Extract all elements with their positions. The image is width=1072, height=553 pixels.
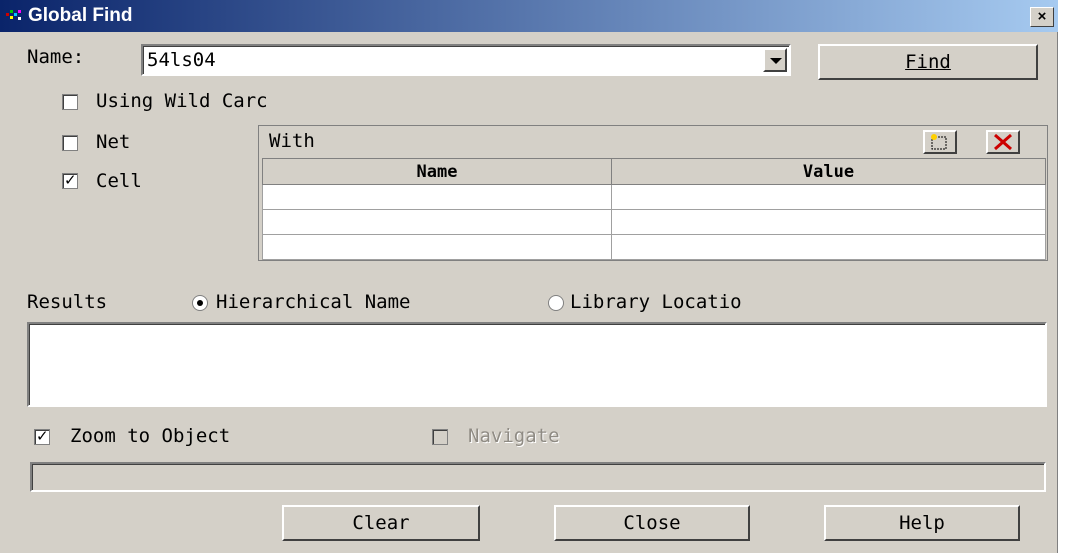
name-combobox[interactable]: 54ls04: [141, 44, 791, 76]
find-button[interactable]: Find: [818, 44, 1038, 80]
app-icon: [6, 10, 21, 20]
title-bar[interactable]: Global Find ×: [0, 0, 1058, 32]
wildcard-label: Using Wild Carc: [96, 90, 268, 112]
zoom-to-object-checkbox[interactable]: [34, 427, 50, 445]
delete-row-button[interactable]: [986, 130, 1020, 154]
zoom-to-object-label: Zoom to Object: [70, 425, 231, 447]
status-bar: [30, 462, 1046, 492]
close-icon: ×: [1037, 8, 1047, 25]
table-cell[interactable]: [262, 234, 612, 260]
with-panel: With Name Value: [258, 125, 1048, 261]
find-button-label: Find: [905, 51, 951, 73]
table-row[interactable]: [262, 184, 1047, 210]
library-location-label: Library Locatio: [570, 291, 742, 313]
clear-button[interactable]: Clear: [282, 505, 480, 541]
net-label: Net: [96, 131, 131, 153]
library-location-radio[interactable]: [548, 295, 564, 311]
global-find-dialog: Global Find × Name: 54ls04 Find Using Wi…: [0, 0, 1058, 553]
table-cell[interactable]: [610, 234, 1047, 260]
table-header-row: Name Value: [262, 158, 1047, 185]
table-cell[interactable]: [610, 184, 1047, 210]
cell-label: Cell: [96, 170, 142, 192]
column-header-name[interactable]: Name: [262, 158, 612, 185]
new-item-icon: [931, 134, 947, 150]
with-header: With: [269, 130, 315, 152]
wildcard-checkbox[interactable]: [62, 94, 78, 110]
close-window-button[interactable]: ×: [1030, 7, 1054, 27]
results-label: Results: [27, 291, 108, 313]
cell-checkbox[interactable]: [62, 171, 78, 189]
table-cell[interactable]: [262, 209, 612, 235]
hierarchical-name-label: Hierarchical Name: [216, 291, 411, 313]
table-row[interactable]: [262, 209, 1047, 235]
close-button[interactable]: Close: [554, 505, 750, 541]
chevron-down-icon[interactable]: [763, 48, 787, 72]
table-row[interactable]: [262, 234, 1047, 260]
column-header-value[interactable]: Value: [610, 158, 1047, 185]
navigate-checkbox[interactable]: [432, 429, 448, 445]
close-button-label: Close: [623, 512, 681, 534]
results-list[interactable]: [27, 322, 1047, 407]
window-title: Global Find: [28, 5, 133, 26]
delete-icon: [994, 133, 1012, 151]
name-label: Name:: [27, 46, 85, 68]
new-row-button[interactable]: [923, 130, 957, 154]
hierarchical-name-radio[interactable]: [192, 295, 208, 311]
name-input[interactable]: 54ls04: [147, 49, 216, 71]
clear-button-label: Clear: [352, 512, 410, 534]
navigate-label: Navigate: [468, 425, 560, 447]
help-button-label: Help: [899, 512, 945, 534]
table-cell[interactable]: [610, 209, 1047, 235]
with-table: Name Value: [262, 158, 1047, 260]
help-button[interactable]: Help: [824, 505, 1020, 541]
net-checkbox[interactable]: [62, 135, 78, 151]
table-cell[interactable]: [262, 184, 612, 210]
